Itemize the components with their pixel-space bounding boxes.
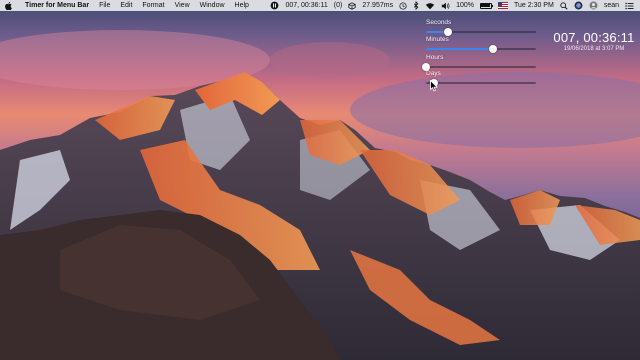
minutes-label: Minutes (426, 36, 449, 43)
battery-icon[interactable] (479, 2, 493, 9)
menu-bar: Timer for Menu Bar File Edit Format View… (0, 0, 640, 11)
menu-view[interactable]: View (170, 0, 195, 11)
volume-icon[interactable] (441, 2, 450, 10)
seconds-label: Seconds (426, 19, 452, 26)
minutes-slider[interactable] (426, 45, 536, 53)
status-area: 007, 00:36:11 (0) 27.957ms 100% Tue 2:30… (264, 0, 640, 11)
minutes-slider-row: Minutes (426, 36, 538, 53)
bluetooth-icon[interactable] (413, 1, 419, 10)
hours-label: Hours (426, 54, 444, 61)
siri-icon[interactable] (574, 1, 583, 10)
seconds-slider-thumb[interactable] (444, 28, 452, 36)
us-flag-icon[interactable] (497, 2, 508, 9)
battery-percent[interactable]: 100% (456, 0, 474, 11)
menu-file[interactable]: File (94, 0, 115, 11)
minutes-slider-thumb[interactable] (489, 45, 498, 53)
latency-readout[interactable]: 27.957ms (362, 0, 393, 11)
notification-count[interactable]: (0) (334, 0, 343, 11)
timer-panel: Seconds Minutes Hours Days 007, 00:36:11… (420, 17, 640, 93)
timer-status-item[interactable]: 007, 00:36:11 (285, 0, 327, 11)
pause-icon[interactable] (270, 1, 279, 10)
menu-clock[interactable]: Tue 2:30 PM (514, 0, 554, 11)
mouse-cursor-icon (430, 79, 438, 97)
app-menu[interactable]: Timer for Menu Bar (20, 0, 94, 11)
seconds-slider[interactable] (426, 28, 536, 36)
menu-format[interactable]: Format (137, 0, 169, 11)
username[interactable]: sean (604, 0, 619, 11)
hours-slider-row: Hours (422, 54, 538, 71)
menu-edit[interactable]: Edit (115, 0, 137, 11)
seconds-slider-row: Seconds (426, 19, 538, 36)
clock-icon[interactable] (399, 1, 407, 10)
hours-slider[interactable] (422, 63, 536, 71)
menu-window[interactable]: Window (195, 0, 230, 11)
user-icon[interactable] (589, 1, 598, 10)
days-label: Days (426, 70, 441, 77)
timer-readout: 007, 00:36:11 19/06/2018 at 3:07 PM (548, 30, 640, 52)
start-date: 19/06/2018 at 3:07 PM (563, 46, 625, 52)
wifi-icon[interactable] (425, 2, 435, 10)
spotlight-search-icon[interactable] (560, 1, 568, 10)
cube-icon[interactable] (348, 1, 356, 10)
elapsed-time: 007, 00:36:11 (553, 30, 635, 45)
days-slider[interactable] (426, 79, 536, 87)
battery-level (481, 4, 491, 7)
apple-menu-icon[interactable] (5, 1, 14, 10)
notification-center-icon[interactable] (625, 2, 634, 10)
minutes-slider-fill (426, 48, 494, 50)
days-slider-row: Days (426, 70, 538, 87)
menu-help[interactable]: Help (230, 0, 254, 11)
